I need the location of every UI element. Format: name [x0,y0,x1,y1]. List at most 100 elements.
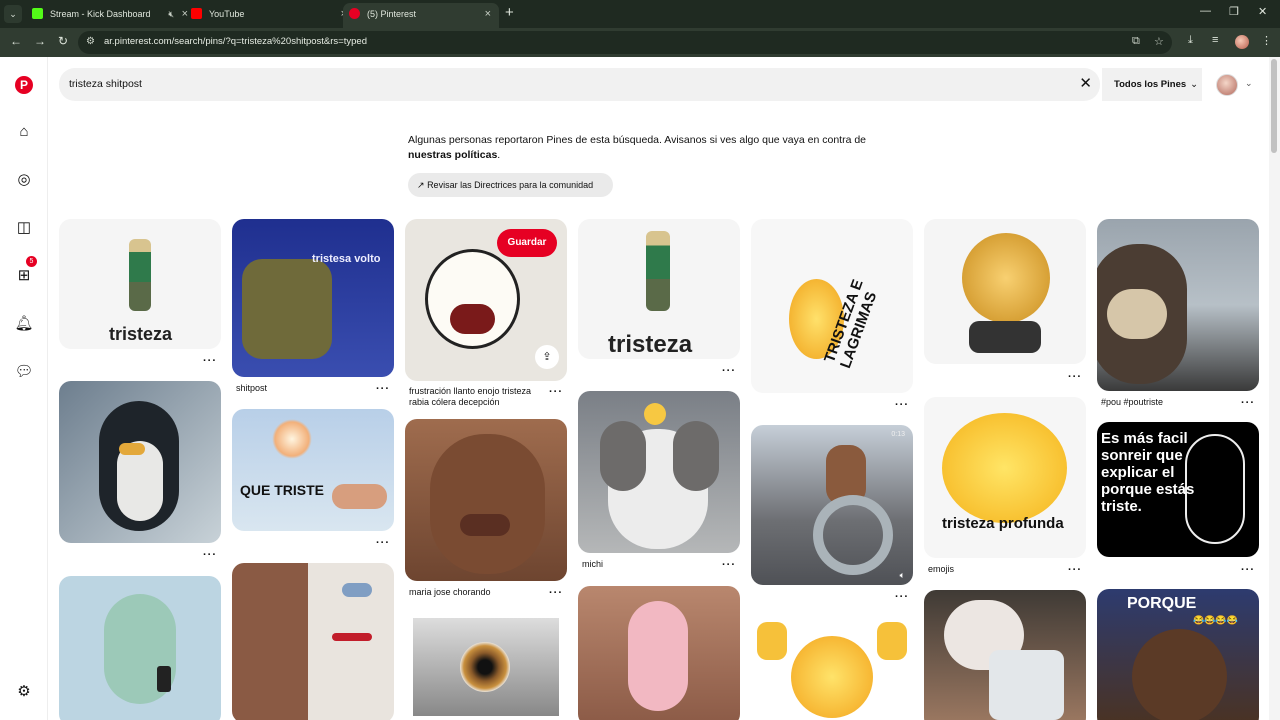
more-options-icon[interactable]: ··· [1068,371,1082,383]
bookmark-star-icon[interactable]: ☆ [1154,35,1164,48]
notifications-bell-icon[interactable]: 🔔︎ [13,313,35,335]
pin-card[interactable] [578,586,740,720]
pin-image[interactable] [405,419,567,581]
tab-pinterest[interactable]: (5) Pinterest × [343,3,499,28]
download-icon[interactable]: ⤓ [1188,34,1193,47]
pin-image[interactable]: tristeza profunda [924,397,1086,558]
more-options-icon[interactable]: ··· [895,591,909,603]
pin-caption[interactable]: frustración llanto enojo tristeza rabia … [409,386,549,408]
more-options-icon[interactable]: ··· [895,399,909,411]
clear-search-icon[interactable]: ✕ [1079,74,1092,92]
muted-speaker-icon[interactable]: 🔇︎ [168,3,174,25]
tab-youtube[interactable]: YouTube × [185,3,355,28]
pin-image[interactable]: Guardar ⇪ [405,219,567,381]
pin-caption[interactable]: emojis [928,564,1068,575]
pin-image[interactable] [751,618,913,720]
more-options-icon[interactable]: ··· [722,559,736,571]
page-scrollbar[interactable] [1269,57,1280,720]
pin-image[interactable]: tristesa volto [232,219,394,377]
messages-icon[interactable]: 💬︎ [13,361,35,383]
pin-card[interactable]: 0:13 🔈︎ ··· [751,425,913,609]
address-bar[interactable]: ⚙︎ ar.pinterest.com/search/pins/?q=trist… [78,31,1172,54]
pin-image[interactable] [59,576,221,720]
pin-card[interactable] [59,576,221,720]
pin-card[interactable]: michi ··· [578,391,740,577]
more-options-icon[interactable]: ··· [722,365,736,377]
boards-icon[interactable]: ◫ [13,217,35,239]
more-options-icon[interactable]: ··· [549,386,563,398]
pin-image[interactable] [578,586,740,720]
reload-icon[interactable]: ↻ [58,34,68,48]
back-arrow-icon[interactable]: ← [10,34,22,48]
home-icon[interactable]: ⌂ [13,121,35,143]
pin-card[interactable]: tristeza ··· [578,219,740,379]
pin-image[interactable]: 0:13 🔈︎ [751,425,913,585]
more-options-icon[interactable]: ··· [203,549,217,561]
tab-search-button[interactable]: ⌄ [4,5,22,23]
more-options-icon[interactable]: ··· [1241,564,1255,576]
pin-card[interactable] [924,590,1086,720]
pin-card[interactable]: tristeza ··· [59,219,221,369]
pin-image[interactable] [924,219,1086,364]
more-options-icon[interactable]: ··· [1241,397,1255,409]
create-plus-icon[interactable]: ⊞ [13,265,35,287]
more-options-icon[interactable]: ··· [549,587,563,599]
pin-card[interactable]: tristeza profunda emojis ··· [924,397,1086,579]
mute-video-icon[interactable]: 🔈︎ [900,570,905,581]
pin-card[interactable]: maria jose chorando ··· [405,419,567,603]
restore-icon[interactable]: ❐ [1229,5,1239,18]
pin-image[interactable]: QUE TRISTE [232,409,394,531]
scrollbar-thumb[interactable] [1271,59,1277,153]
account-chevron-down-icon[interactable]: ⌄ [1245,78,1253,89]
settings-gear-icon[interactable]: ⚙︎ [13,681,35,703]
pin-image[interactable] [1097,219,1259,391]
pin-card[interactable]: QUE TRISTE ··· [232,409,394,554]
explore-compass-icon[interactable]: ◎ [13,169,35,191]
more-options-icon[interactable]: ··· [1068,564,1082,576]
more-options-icon[interactable]: ··· [376,537,390,549]
save-pin-button[interactable]: Guardar [497,229,557,257]
pin-image[interactable] [59,381,221,543]
pin-card[interactable] [405,612,567,720]
pin-card[interactable]: ··· [59,381,221,567]
pin-card[interactable]: PORQUE 😂😂😂😂 [1097,589,1259,720]
pin-card[interactable]: ··· [924,219,1086,387]
user-avatar[interactable] [1216,74,1238,96]
pin-image[interactable] [232,563,394,720]
pin-card[interactable]: TRISTEZA E LAGRIMAS ··· [751,219,913,415]
pin-image[interactable] [578,391,740,553]
tab-kick[interactable]: Stream - Kick Dashboard 🔇︎ × [26,3,196,28]
browser-profile-avatar[interactable] [1235,35,1249,49]
close-tab-icon[interactable]: × [485,3,491,25]
minimize-icon[interactable]: — [1200,5,1211,17]
browser-menu-icon[interactable]: ⋮ [1261,34,1272,47]
pin-image[interactable] [405,612,567,720]
pin-caption[interactable]: maria jose chorando [409,587,549,598]
pin-filter-dropdown[interactable]: Todos los Pines ⌄ [1102,68,1202,101]
pin-image[interactable] [924,590,1086,720]
policies-link[interactable]: nuestras políticas [408,149,497,161]
forward-arrow-icon[interactable]: → [34,34,46,48]
pin-caption[interactable]: michi [582,559,722,570]
pin-image[interactable]: tristeza [578,219,740,359]
pin-caption[interactable]: shitpost [236,383,376,394]
close-window-icon[interactable]: ✕ [1258,5,1267,18]
pin-image[interactable]: tristeza [59,219,221,349]
pin-card[interactable] [751,618,913,720]
search-input[interactable]: tristeza shitpost ✕ [59,68,1100,101]
more-options-icon[interactable]: ··· [203,355,217,367]
pin-card[interactable]: #pou #poutriste ··· [1097,219,1259,411]
pin-card[interactable]: Es más facil sonreir que explicar el por… [1097,422,1259,579]
pin-caption[interactable]: #pou #poutriste [1101,397,1241,408]
site-settings-icon[interactable]: ⚙︎ [86,36,95,47]
reading-list-icon[interactable]: ≡ [1212,34,1218,46]
pin-image[interactable]: Es más facil sonreir que explicar el por… [1097,422,1259,557]
install-app-icon[interactable]: ⧉ [1132,35,1140,48]
more-options-icon[interactable]: ··· [376,383,390,395]
pin-image[interactable]: PORQUE 😂😂😂😂 [1097,589,1259,720]
share-icon[interactable]: ⇪ [535,345,559,369]
pin-card[interactable]: tristesa volto shitpost ··· [232,219,394,399]
new-tab-button[interactable]: + [505,4,514,22]
pin-card[interactable] [232,563,394,720]
pin-card[interactable]: Guardar ⇪ frustración llanto enojo trist… [405,219,567,411]
